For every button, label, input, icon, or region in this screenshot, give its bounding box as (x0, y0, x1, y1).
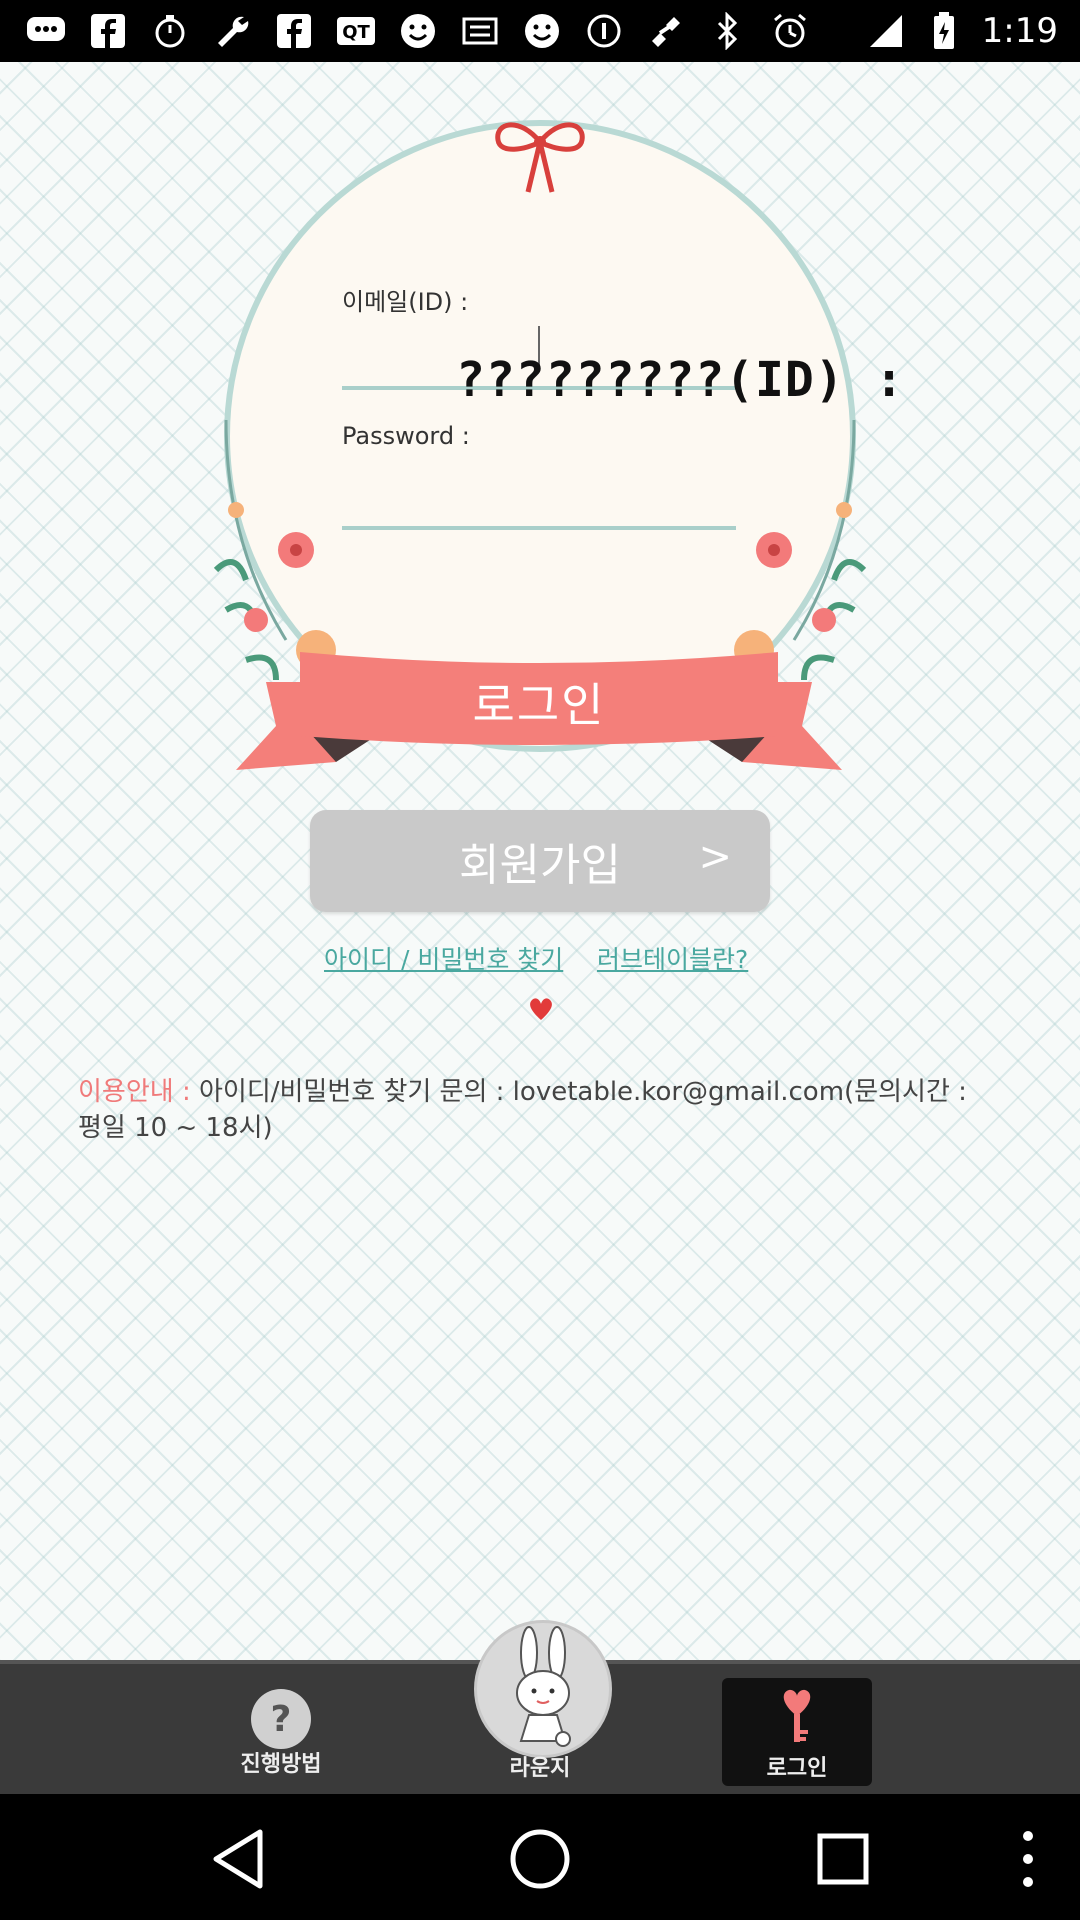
heart-icon (530, 998, 552, 1020)
email-overlay-text: ?????????(ID) : (456, 352, 905, 408)
tab-help-label: 진행방법 (240, 1752, 322, 1777)
facebook-icon (88, 11, 128, 51)
about-link[interactable]: 러브테이블란? (597, 940, 748, 976)
clock: 1:19 (981, 11, 1058, 51)
login-screen: 이메일(ID) : ?????????(ID) : Password : 로그인… (0, 62, 1080, 1662)
back-icon[interactable] (204, 1824, 274, 1894)
find-account-link[interactable]: 아이디 / 비밀번호 찾기 (324, 940, 563, 976)
taobao-icon (460, 11, 500, 51)
fake-gps-icon (646, 11, 686, 51)
recents-icon[interactable] (808, 1824, 878, 1894)
smiley-icon (398, 11, 438, 51)
qt-icon: QT (336, 11, 376, 51)
wrench-icon (212, 11, 252, 51)
facebook-icon (274, 11, 314, 51)
info-icon (584, 11, 624, 51)
tab-login-label: 로그인 (766, 1756, 828, 1781)
signal-icon (866, 11, 906, 51)
login-button[interactable]: 로그인 (300, 660, 778, 744)
status-bar: QT 1:19 (0, 0, 1080, 62)
key-heart-icon (783, 1689, 811, 1742)
bluetooth-icon (708, 11, 748, 51)
password-field[interactable] (342, 486, 736, 530)
email-label: 이메일(ID) : (342, 288, 469, 316)
notice-prefix: 이용안내 : (78, 1077, 191, 1107)
tab-help[interactable]: ? 진행방법 (206, 1682, 356, 1782)
password-label: Password : (342, 422, 470, 450)
chevron-right-icon: > (698, 834, 732, 880)
home-icon[interactable] (505, 1824, 575, 1894)
navigation-bar (0, 1794, 1080, 1920)
chat-bubble-icon (26, 11, 66, 51)
notification-icons: QT (26, 11, 810, 51)
rabbit-icon (516, 1626, 571, 1747)
notice-text: 이용안내 : 아이디/비밀번호 찾기 문의 : lovetable.kor@gm… (78, 1074, 998, 1146)
smiley-icon (522, 11, 562, 51)
alarm-icon (770, 11, 810, 51)
tab-lounge[interactable] (474, 1620, 612, 1758)
bow-icon (495, 122, 585, 193)
battery-icon (924, 11, 964, 51)
tab-lounge-label[interactable]: 라운지 (474, 1750, 606, 1782)
signup-button[interactable]: 회원가입 > (310, 810, 770, 912)
more-options-icon[interactable] (1000, 1824, 1070, 1894)
notice-body: 아이디/비밀번호 찾기 문의 : lovetable.kor@gmail.com… (78, 1077, 967, 1143)
question-icon: ? (251, 1689, 311, 1749)
tab-login[interactable]: 로그인 (722, 1678, 872, 1786)
svg-text:?: ? (271, 1699, 292, 1740)
svg-text:QT: QT (342, 22, 370, 43)
stopwatch-icon (150, 11, 190, 51)
signup-label: 회원가입 (459, 840, 621, 891)
